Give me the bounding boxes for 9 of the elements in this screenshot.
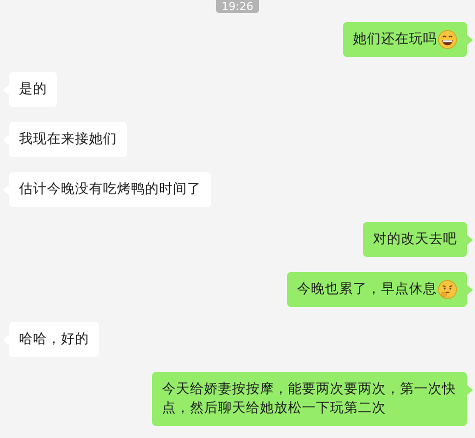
message-text: 估计今晚没有吃烤鸭的时间了 [19, 180, 201, 199]
message-text: 她们还在玩吗 [353, 30, 437, 49]
message-text: 我现在来接她们 [19, 130, 117, 149]
message-text: 今晚也累了，早点休息 [297, 280, 437, 299]
message-text: 哈哈，好的 [19, 330, 89, 349]
message-text: 今天给娇妻按按摩，能要两次要两次，第一次快点，然后聊天给她放松一下玩第二次 [162, 380, 457, 418]
message-text: 对的改天去吧 [373, 230, 457, 249]
message-text: 是的 [19, 80, 47, 99]
timestamp: 19:26 [216, 0, 260, 13]
